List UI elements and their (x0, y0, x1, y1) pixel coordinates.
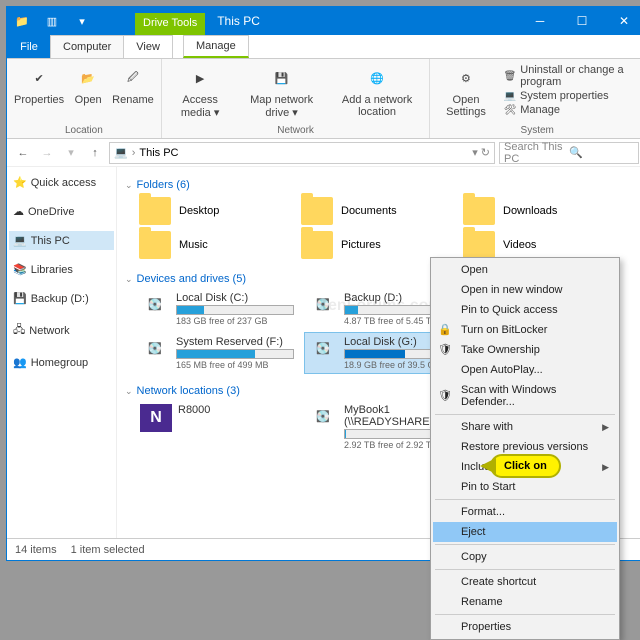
forward-button[interactable]: → (37, 143, 57, 163)
app-icon: 📁 (14, 15, 30, 27)
folder-icon (139, 197, 171, 225)
nav-backup[interactable]: 💾 Backup (D:) (9, 289, 114, 308)
folder-item[interactable]: Desktop (137, 195, 287, 227)
nav-onedrive[interactable]: ☁ OneDrive (9, 202, 114, 221)
drive-tools-contextual-tab[interactable]: Drive Tools (135, 13, 205, 35)
close-button[interactable]: ✕ (603, 7, 640, 35)
search-icon: 🔍 (569, 146, 634, 159)
context-menu-item[interactable]: Open in new window (433, 280, 617, 300)
back-button[interactable]: ← (13, 143, 33, 163)
ribbon-group-location: ✔Properties 📂Open 🖉Rename Location (7, 59, 162, 138)
open-button[interactable]: 📂Open (69, 61, 107, 109)
folder-item[interactable]: Documents (299, 195, 449, 227)
ribbon-tabs: File Computer View Manage (7, 35, 640, 59)
nav-quick-access[interactable]: ⭐ Quick access (9, 173, 114, 192)
folder-item[interactable]: Pictures (299, 229, 449, 261)
map-drive-button[interactable]: 💾Map network drive ▾ (237, 61, 327, 122)
add-location-button[interactable]: 🌐Add a network location (327, 61, 428, 121)
nav-homegroup[interactable]: 👥 Homegroup (9, 353, 114, 372)
properties-button[interactable]: ✔Properties (9, 61, 69, 109)
access-media-button[interactable]: ▶Access media ▾ (164, 61, 237, 122)
netdrive-icon: 💽 (308, 404, 338, 428)
nav-libraries[interactable]: 📚 Libraries (9, 260, 114, 279)
qat-properties-icon[interactable]: ▥ (44, 15, 60, 27)
nav-this-pc[interactable]: 💻 This PC (9, 231, 114, 250)
context-menu-item[interactable]: Pin to Start (433, 477, 617, 497)
annotation-callout: Click on (490, 454, 561, 478)
defender-icon: 🛡 (438, 389, 452, 403)
uninstall-link[interactable]: 🗑 Uninstall or change a program (504, 63, 638, 89)
tab-file[interactable]: File (7, 35, 51, 58)
navigation-pane: ⭐ Quick access ☁ OneDrive 💻 This PC 📚 Li… (7, 167, 117, 538)
drive-icon: 💽 (308, 292, 338, 316)
address-bar-row: ← → ▾ ↑ 💻 › This PC ▾ ↻ Search This PC 🔍 (7, 139, 640, 167)
context-menu-item[interactable]: Format... (433, 502, 617, 522)
folder-item[interactable]: Music (137, 229, 287, 261)
up-button[interactable]: ↑ (85, 143, 105, 163)
tab-view[interactable]: View (123, 35, 173, 58)
drive-icon: 💽 (308, 336, 338, 360)
address-bar[interactable]: 💻 › This PC ▾ ↻ (109, 142, 495, 164)
context-menu-item[interactable]: 🔒Turn on BitLocker (433, 320, 617, 340)
explorer-window: 📁 ▥ ▾ Drive Tools This PC ─ ☐ ✕ File Com… (6, 6, 640, 561)
folder-icon (463, 231, 495, 259)
open-settings-button[interactable]: ⚙Open Settings (432, 61, 499, 121)
folder-icon (463, 197, 495, 225)
qat-newfolder-icon[interactable]: ▾ (74, 15, 90, 27)
folder-icon (301, 231, 333, 259)
context-menu-item[interactable]: Properties (433, 617, 617, 637)
minimize-button[interactable]: ─ (519, 7, 561, 35)
context-menu-item[interactable]: 🛡Scan with Windows Defender... (433, 380, 617, 412)
context-menu-item[interactable]: Pin to Quick access (433, 300, 617, 320)
lock-icon: 🔒 (438, 323, 452, 337)
context-menu: OpenOpen in new windowPin to Quick acces… (430, 257, 620, 640)
folder-item[interactable]: Downloads (461, 195, 611, 227)
context-menu-item[interactable]: Create shortcut (433, 572, 617, 592)
status-items: 14 items (15, 544, 57, 556)
context-menu-item[interactable]: Open (433, 260, 617, 280)
shield-icon: 🛡 (438, 343, 452, 357)
drive-icon: 💽 (140, 336, 170, 360)
pc-icon: 💻 (114, 146, 128, 159)
nav-network[interactable]: 🖧 Network (9, 318, 114, 343)
context-menu-item[interactable]: Copy (433, 547, 617, 567)
context-menu-item[interactable]: Open AutoPlay... (433, 360, 617, 380)
sysprops-link[interactable]: 💻 System properties (504, 89, 638, 103)
drive-item[interactable]: 💽System Reserved (F:)165 MB free of 499 … (137, 333, 297, 373)
context-menu-item[interactable]: 🛡Take Ownership (433, 340, 617, 360)
window-title: This PC (217, 14, 260, 28)
tab-computer[interactable]: Computer (50, 35, 124, 58)
network-location-item[interactable]: NR8000 (137, 401, 297, 453)
folder-icon (139, 231, 171, 259)
manage-link[interactable]: 🛠 Manage (504, 103, 638, 117)
ribbon: ✔Properties 📂Open 🖉Rename Location ▶Acce… (7, 59, 640, 139)
context-menu-item[interactable]: Eject (433, 522, 617, 542)
section-folders[interactable]: ⌄Folders (6) (125, 175, 637, 195)
titlebar: 📁 ▥ ▾ Drive Tools This PC ─ ☐ ✕ (7, 7, 640, 35)
drive-icon: 💽 (140, 292, 170, 316)
context-menu-item[interactable]: Rename (433, 592, 617, 612)
ribbon-group-system: ⚙Open Settings 🗑 Uninstall or change a p… (430, 59, 640, 138)
tab-manage[interactable]: Manage (183, 35, 249, 58)
drive-item[interactable]: 💽Local Disk (C:)183 GB free of 237 GB (137, 289, 297, 329)
rename-button[interactable]: 🖉Rename (107, 61, 159, 109)
status-selected: 1 item selected (71, 544, 145, 556)
context-menu-item[interactable]: Share with▶ (433, 417, 617, 437)
folder-icon (301, 197, 333, 225)
recent-dropdown[interactable]: ▾ (61, 143, 81, 163)
nas-icon: N (140, 404, 172, 432)
ribbon-group-network: ▶Access media ▾ 💾Map network drive ▾ 🌐Ad… (162, 59, 431, 138)
search-input[interactable]: Search This PC 🔍 (499, 142, 639, 164)
maximize-button[interactable]: ☐ (561, 7, 603, 35)
